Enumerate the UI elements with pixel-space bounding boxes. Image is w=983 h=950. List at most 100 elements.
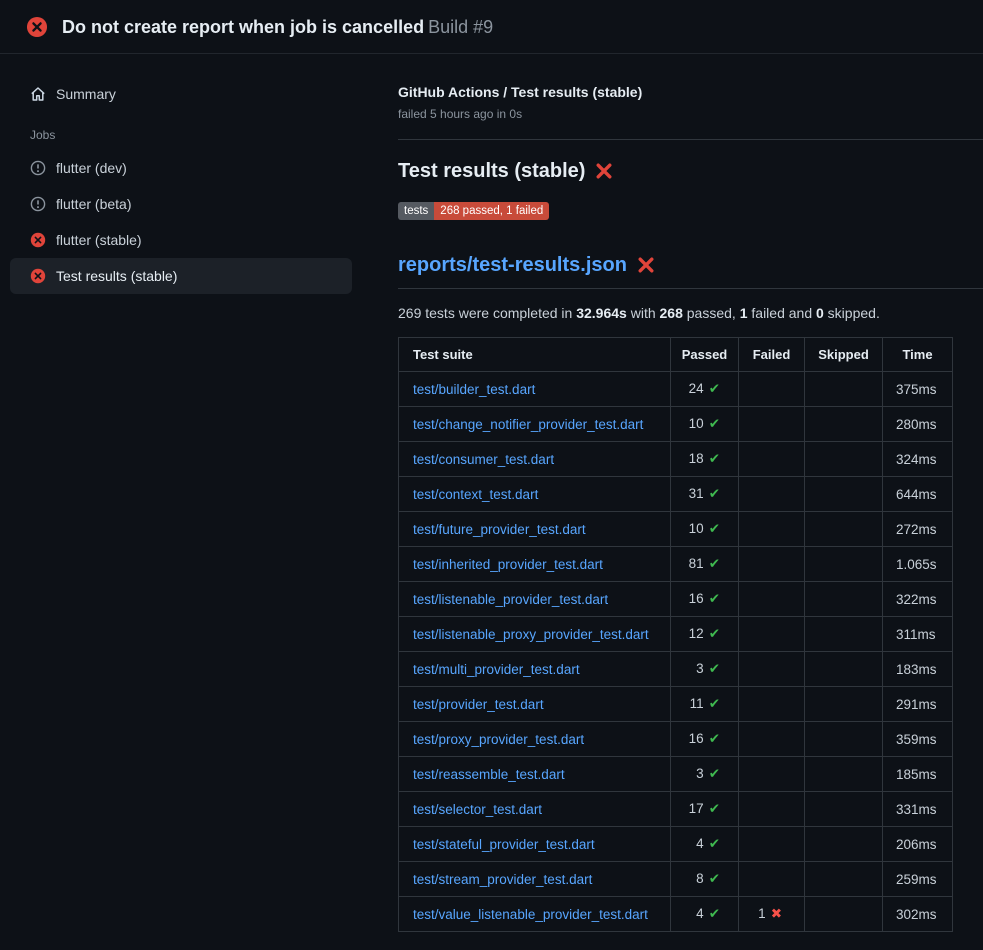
time-cell: 311ms <box>883 617 953 652</box>
skipped-cell <box>805 827 883 862</box>
run-title: Do not create report when job is cancell… <box>62 16 493 38</box>
table-row: test/multi_provider_test.dart 3✔ 183ms <box>399 652 953 687</box>
time-cell: 206ms <box>883 827 953 862</box>
failed-status-icon <box>30 232 46 248</box>
passed-cell: 81✔ <box>671 547 739 582</box>
suite-cell: test/provider_test.dart <box>399 687 671 722</box>
table-row: test/stateful_provider_test.dart 4✔ 206m… <box>399 827 953 862</box>
failed-status-icon <box>30 268 46 284</box>
time-cell: 280ms <box>883 407 953 442</box>
sidebar: Summary Jobs flutter (dev) flut <box>0 54 370 294</box>
suite-cell: test/builder_test.dart <box>399 372 671 407</box>
check-icon: ✔ <box>709 696 720 712</box>
suite-link[interactable]: test/builder_test.dart <box>413 382 535 397</box>
sidebar-item-test-results-stable[interactable]: Test results (stable) <box>10 258 352 294</box>
passed-cell: 17✔ <box>671 792 739 827</box>
run-header: Do not create report when job is cancell… <box>0 0 983 54</box>
table-row: test/reassemble_test.dart 3✔ 185ms <box>399 757 953 792</box>
skipped-cell <box>805 407 883 442</box>
column-header-skipped: Skipped <box>805 338 883 372</box>
tests-badge: tests 268 passed, 1 failed <box>398 202 549 220</box>
neutral-status-icon <box>30 196 46 212</box>
tests-badge-label: tests <box>398 202 434 220</box>
skipped-cell <box>805 477 883 512</box>
failed-cell <box>739 372 805 407</box>
suite-link[interactable]: test/reassemble_test.dart <box>413 767 565 782</box>
suite-link[interactable]: test/context_test.dart <box>413 487 538 502</box>
summary-text: failed and <box>748 305 817 321</box>
suite-link[interactable]: test/consumer_test.dart <box>413 452 554 467</box>
suite-link[interactable]: test/inherited_provider_test.dart <box>413 557 603 572</box>
home-icon <box>30 86 46 102</box>
table-row: test/provider_test.dart 11✔ 291ms <box>399 687 953 722</box>
results-table: Test suite Passed Failed Skipped Time te… <box>398 337 953 932</box>
suite-link[interactable]: test/selector_test.dart <box>413 802 542 817</box>
summary-text: passed, <box>683 305 740 321</box>
suite-link[interactable]: test/value_listenable_provider_test.dart <box>413 907 648 922</box>
column-header-time: Time <box>883 338 953 372</box>
summary-failed-count: 1 <box>740 305 748 321</box>
section-title: Test results (stable) <box>398 158 983 184</box>
skipped-cell <box>805 897 883 932</box>
sidebar-item-flutter-beta[interactable]: flutter (beta) <box>10 186 352 222</box>
failed-cell <box>739 547 805 582</box>
passed-cell: 24✔ <box>671 372 739 407</box>
skipped-cell <box>805 372 883 407</box>
check-icon: ✔ <box>709 486 720 502</box>
sidebar-item-summary[interactable]: Summary <box>10 76 352 112</box>
jobs-heading: Jobs <box>30 128 352 142</box>
suite-link[interactable]: test/stream_provider_test.dart <box>413 872 592 887</box>
build-number: Build #9 <box>428 17 493 37</box>
suite-link[interactable]: test/stateful_provider_test.dart <box>413 837 595 852</box>
time-cell: 1.065s <box>883 547 953 582</box>
passed-cell: 16✔ <box>671 722 739 757</box>
suite-link[interactable]: test/future_provider_test.dart <box>413 522 586 537</box>
suite-link[interactable]: test/change_notifier_provider_test.dart <box>413 417 643 432</box>
passed-cell: 3✔ <box>671 757 739 792</box>
sidebar-item-label: flutter (dev) <box>56 160 127 176</box>
passed-cell: 11✔ <box>671 687 739 722</box>
suite-cell: test/stateful_provider_test.dart <box>399 827 671 862</box>
suite-link[interactable]: test/listenable_proxy_provider_test.dart <box>413 627 649 642</box>
suite-link[interactable]: test/multi_provider_test.dart <box>413 662 580 677</box>
time-cell: 324ms <box>883 442 953 477</box>
summary-duration: 32.964s <box>576 305 627 321</box>
summary-text: 269 tests were completed in <box>398 305 576 321</box>
check-icon: ✔ <box>709 871 720 887</box>
table-row: test/consumer_test.dart 18✔ 324ms <box>399 442 953 477</box>
check-icon: ✔ <box>709 591 720 607</box>
table-row: test/change_notifier_provider_test.dart … <box>399 407 953 442</box>
passed-cell: 10✔ <box>671 407 739 442</box>
x-icon <box>637 256 655 274</box>
sidebar-item-flutter-dev[interactable]: flutter (dev) <box>10 150 352 186</box>
skipped-cell <box>805 512 883 547</box>
suite-cell: test/consumer_test.dart <box>399 442 671 477</box>
breadcrumb: GitHub Actions / Test results (stable) <box>398 82 983 102</box>
skipped-cell <box>805 862 883 897</box>
passed-cell: 3✔ <box>671 652 739 687</box>
tests-badge-value: 268 passed, 1 failed <box>434 202 549 220</box>
sidebar-item-flutter-stable[interactable]: flutter (stable) <box>10 222 352 258</box>
column-header-passed: Passed <box>671 338 739 372</box>
suite-link[interactable]: test/listenable_provider_test.dart <box>413 592 608 607</box>
section-title-text: Test results (stable) <box>398 158 585 184</box>
failed-cell <box>739 512 805 547</box>
suite-cell: test/multi_provider_test.dart <box>399 652 671 687</box>
sidebar-item-label: flutter (stable) <box>56 232 142 248</box>
check-icon: ✔ <box>709 451 720 467</box>
skipped-cell <box>805 792 883 827</box>
failed-cell <box>739 757 805 792</box>
suite-link[interactable]: test/proxy_provider_test.dart <box>413 732 584 747</box>
table-row: test/listenable_provider_test.dart 16✔ 3… <box>399 582 953 617</box>
passed-cell: 18✔ <box>671 442 739 477</box>
passed-cell: 31✔ <box>671 477 739 512</box>
skipped-cell <box>805 582 883 617</box>
report-link[interactable]: reports/test-results.json <box>398 252 627 278</box>
table-row: test/future_provider_test.dart 10✔ 272ms <box>399 512 953 547</box>
passed-cell: 8✔ <box>671 862 739 897</box>
suite-cell: test/change_notifier_provider_test.dart <box>399 407 671 442</box>
check-icon: ✔ <box>709 626 720 642</box>
check-icon: ✔ <box>709 521 720 537</box>
sidebar-item-label: Summary <box>56 86 116 102</box>
suite-link[interactable]: test/provider_test.dart <box>413 697 544 712</box>
